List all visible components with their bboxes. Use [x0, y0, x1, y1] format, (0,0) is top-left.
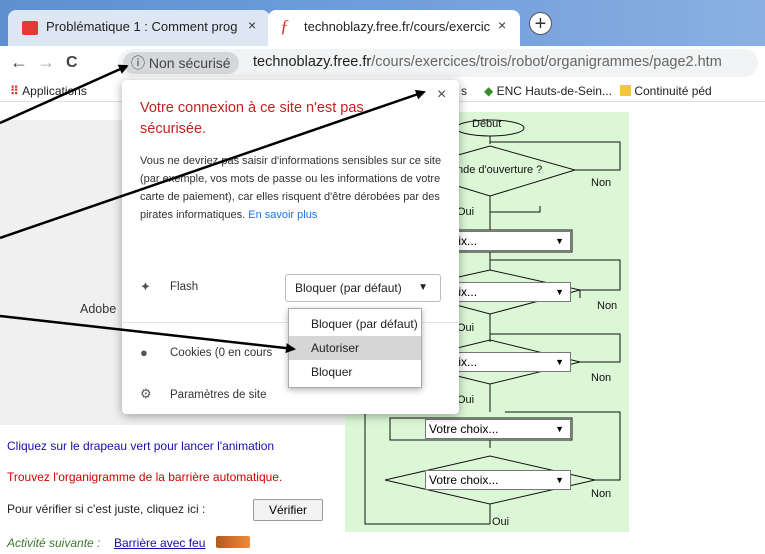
- arrow-to-security-chip: [0, 64, 129, 125]
- arrow-to-allow: [0, 314, 296, 354]
- annotation-arrows: [0, 64, 426, 354]
- arrow-to-close: [0, 89, 426, 240]
